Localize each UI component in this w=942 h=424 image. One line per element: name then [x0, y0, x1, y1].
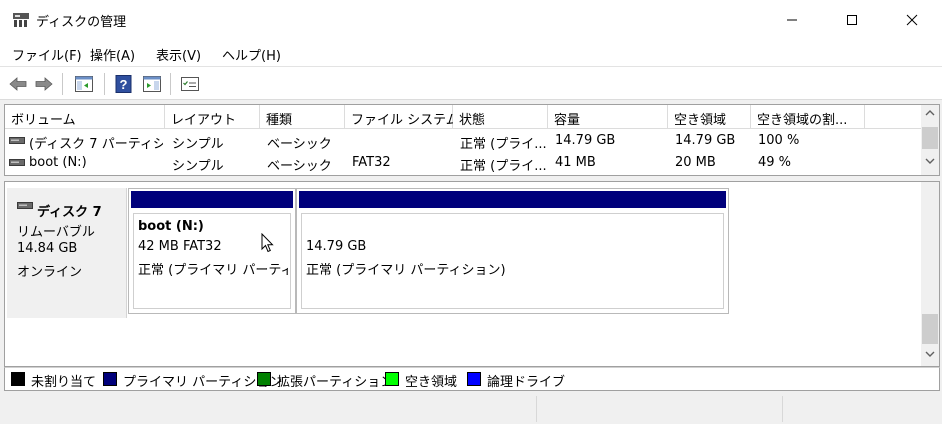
- volume-drive-icon: [9, 137, 25, 144]
- legend-swatch-primary: [103, 372, 117, 386]
- status-bar-separator: [536, 396, 537, 422]
- legend: 未割り当て プライマリ パーティション 拡張パーティション 空き領域 論理ドライ…: [4, 367, 940, 391]
- help-icon[interactable]: ?: [114, 74, 134, 94]
- disk-management-app-icon: [13, 13, 29, 27]
- column-header-type[interactable]: 種類: [260, 105, 345, 129]
- volume-name: boot (N:): [29, 155, 87, 170]
- scroll-down-icon[interactable]: [925, 157, 935, 165]
- properties-icon[interactable]: [180, 74, 200, 94]
- volume-type: ベーシック: [267, 137, 332, 152]
- toolbar-separator: [170, 73, 171, 95]
- column-header-free-space[interactable]: 空き領域: [668, 105, 751, 129]
- disk-view: ディスク 7 リムーバブル 14.84 GB オンライン boot (N:) 4…: [4, 181, 940, 367]
- table-row[interactable]: boot (N:) シンプル ベーシック FAT32 正常 (プライ... 41…: [5, 152, 921, 174]
- volume-free-percent: 49 %: [758, 155, 792, 170]
- volume-list: ボリューム レイアウト 種類 ファイル システム 状態 容量 空き領域 空き領域…: [4, 104, 940, 176]
- column-header-layout[interactable]: レイアウト: [165, 105, 260, 129]
- status-bar: [0, 392, 942, 424]
- menu-view[interactable]: 表示(V): [156, 45, 201, 64]
- volume-drive-icon: [9, 159, 25, 166]
- legend-label-logical: 論理ドライブ: [487, 375, 566, 390]
- legend-label-free-space: 空き領域: [405, 375, 458, 390]
- menu-action[interactable]: 操作(A): [90, 45, 135, 64]
- minimize-button[interactable]: [762, 0, 822, 40]
- legend-swatch-unallocated: [11, 372, 25, 386]
- volume-filesystem: FAT32: [352, 155, 391, 170]
- window-title: ディスクの管理: [36, 15, 127, 30]
- volume-free-space: 14.79 GB: [675, 133, 736, 148]
- partition-boot[interactable]: boot (N:) 42 MB FAT32 正常 (プライマリ パーティシ: [128, 188, 296, 314]
- close-button[interactable]: [882, 0, 942, 40]
- disk-name: ディスク 7: [37, 205, 102, 220]
- volume-status: 正常 (プライ...: [460, 159, 546, 174]
- partition-main[interactable]: 14.79 GB 正常 (プライマリ パーティション): [296, 188, 729, 314]
- minimize-icon: [787, 19, 797, 21]
- close-icon: [906, 14, 918, 26]
- mouse-cursor-icon: [261, 233, 274, 253]
- partition-type-bar: [299, 191, 726, 208]
- maximize-button[interactable]: [822, 0, 882, 40]
- menu-help[interactable]: ヘルプ(H): [222, 45, 281, 64]
- partition-status: 正常 (プライマリ パーティション): [306, 263, 506, 278]
- status-bar-separator: [782, 396, 783, 422]
- legend-label-extended: 拡張パーティション: [277, 375, 394, 390]
- volume-list-scrollbar[interactable]: [921, 105, 939, 175]
- legend-swatch-free-space: [385, 372, 399, 386]
- partition-details: 14.79 GB 正常 (プライマリ パーティション): [301, 213, 724, 309]
- disk-state: オンライン: [17, 265, 83, 280]
- partition-details: boot (N:) 42 MB FAT32 正常 (プライマリ パーティシ: [133, 213, 291, 309]
- disk-info[interactable]: ディスク 7 リムーバブル 14.84 GB オンライン: [7, 188, 127, 318]
- title-bar: ディスクの管理: [0, 0, 942, 40]
- partition-size-fs: 42 MB FAT32: [138, 239, 222, 254]
- volume-free-percent: 100 %: [758, 133, 800, 148]
- toolbar-separator: [104, 73, 105, 95]
- toolbar-separator: [62, 73, 63, 95]
- svg-text:?: ?: [120, 77, 128, 92]
- volume-capacity: 41 MB: [555, 155, 596, 170]
- scroll-down-icon[interactable]: [925, 350, 935, 358]
- legend-label-unallocated: 未割り当て: [31, 375, 97, 390]
- toolbar: ?: [0, 66, 942, 100]
- scrollbar-thumb[interactable]: [922, 127, 938, 149]
- partition-name: boot (N:): [138, 219, 204, 234]
- menu-bar: ファイル(F) 操作(A) 表示(V) ヘルプ(H): [0, 40, 942, 66]
- volume-type: ベーシック: [267, 159, 332, 174]
- volume-name: (ディスク 7 パーティショ...: [29, 137, 163, 152]
- scroll-up-icon[interactable]: [925, 109, 935, 117]
- volume-capacity: 14.79 GB: [555, 133, 616, 148]
- show-hide-console-tree-icon[interactable]: [74, 74, 94, 94]
- partition-size-fs: 14.79 GB: [306, 239, 367, 254]
- volume-layout: シンプル: [172, 159, 224, 174]
- column-header-capacity[interactable]: 容量: [548, 105, 668, 129]
- legend-swatch-logical: [467, 372, 481, 386]
- disk-drive-icon: [17, 202, 33, 209]
- column-header-free-percent[interactable]: 空き領域の割...: [751, 105, 865, 129]
- column-header-status[interactable]: 状態: [453, 105, 548, 129]
- disk-type: リムーバブル: [17, 225, 95, 240]
- show-hide-action-pane-icon[interactable]: [142, 74, 162, 94]
- forward-icon[interactable]: [34, 74, 54, 94]
- column-header-volume[interactable]: ボリューム: [5, 105, 165, 129]
- volume-free-space: 20 MB: [675, 155, 716, 170]
- partition-type-bar: [131, 191, 293, 208]
- volume-layout: シンプル: [172, 137, 224, 152]
- maximize-icon: [847, 15, 857, 25]
- volume-status: 正常 (プライ...: [460, 137, 546, 152]
- menu-file[interactable]: ファイル(F): [12, 45, 82, 64]
- column-header-filler: [865, 105, 921, 129]
- disk-size: 14.84 GB: [17, 241, 78, 256]
- column-header-filesystem[interactable]: ファイル システム: [345, 105, 459, 129]
- table-row[interactable]: (ディスク 7 パーティショ... シンプル ベーシック 正常 (プライ... …: [5, 130, 921, 152]
- disk-view-scrollbar[interactable]: [921, 182, 939, 366]
- legend-swatch-extended: [257, 372, 271, 386]
- scrollbar-thumb[interactable]: [922, 314, 938, 344]
- partition-status: 正常 (プライマリ パーティシ: [138, 263, 288, 278]
- back-icon[interactable]: [8, 74, 28, 94]
